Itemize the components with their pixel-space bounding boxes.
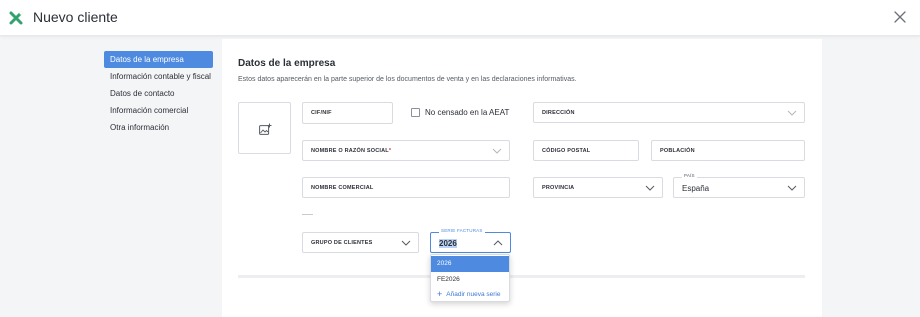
sidebar-item-info-contable[interactable]: Información contable y fiscal <box>104 68 213 85</box>
provincia-select[interactable]: PROVINCIA <box>533 177 663 198</box>
no-censado-checkbox[interactable] <box>411 108 420 117</box>
divider-dash <box>302 214 313 215</box>
close-icon[interactable] <box>893 10 907 24</box>
nombre-label: NOMBRE O RAZÓN SOCIAL* <box>311 147 392 154</box>
chevron-down-icon <box>401 240 411 246</box>
serie-facturas-value[interactable]: 2026 <box>439 239 457 248</box>
section-description: Estos datos aparecerán en la parte super… <box>238 76 577 83</box>
sidebar-item-datos-empresa[interactable]: Datos de la empresa <box>104 51 213 68</box>
cif-label: CIF/NIF <box>311 110 332 116</box>
no-censado-label: No censado en la AEAT <box>425 108 510 117</box>
logo-upload[interactable] <box>238 102 291 154</box>
sidebar-item-otra-info[interactable]: Otra información <box>104 119 213 136</box>
poblacion-field[interactable]: POBLACIÓN <box>651 140 805 161</box>
chevron-down-icon <box>787 110 797 116</box>
cif-field[interactable]: CIF/NIF <box>302 102 393 124</box>
section-divider <box>238 275 805 278</box>
pais-label: PAÍS <box>682 173 697 178</box>
chevron-up-icon <box>493 239 503 245</box>
modal-title: Nuevo cliente <box>33 9 118 25</box>
nombre-razon-social-select[interactable]: NOMBRE O RAZÓN SOCIAL* <box>302 140 510 161</box>
image-add-icon <box>259 123 272 135</box>
add-serie-button[interactable]: + Añadir nueva serie <box>437 289 500 299</box>
section-title: Datos de la empresa <box>238 58 336 69</box>
chevron-down-icon <box>645 185 655 191</box>
codigo-postal-field[interactable]: CÓDIGO POSTAL <box>533 140 639 161</box>
serie-facturas-label: SERIE FACTURAS <box>439 228 485 233</box>
sidebar-item-datos-contacto[interactable]: Datos de contacto <box>104 85 213 102</box>
nombre-comercial-label: NOMBRE COMERCIAL <box>311 184 374 191</box>
direccion-select[interactable]: DIRECCIÓN <box>533 102 805 123</box>
pais-select[interactable]: PAÍS España <box>673 173 805 198</box>
plus-icon: + <box>437 289 443 299</box>
pais-value: España <box>682 184 710 193</box>
serie-facturas-dropdown: 2026 FE2026 + Añadir nueva serie <box>430 254 510 302</box>
grupo-clientes-select[interactable]: GRUPO DE CLIENTES <box>302 232 419 253</box>
provincia-label: PROVINCIA <box>542 184 575 191</box>
chevron-down-icon <box>492 148 502 154</box>
sidebar-item-info-comercial[interactable]: Información comercial <box>104 102 213 119</box>
modal-header: Nuevo cliente <box>0 0 920 36</box>
dropdown-option[interactable]: 2026 <box>431 256 509 272</box>
app-logo-icon <box>9 11 23 25</box>
nombre-comercial-field[interactable]: NOMBRE COMERCIAL <box>302 177 510 198</box>
chevron-down-icon <box>787 185 797 191</box>
direccion-label: DIRECCIÓN <box>542 109 575 116</box>
serie-facturas-select[interactable]: SERIE FACTURAS 2026 <box>430 228 511 253</box>
dropdown-option[interactable]: FE2026 <box>431 272 509 288</box>
codigo-postal-label: CÓDIGO POSTAL <box>542 147 591 154</box>
grupo-clientes-label: GRUPO DE CLIENTES <box>311 239 373 246</box>
section-nav: Datos de la empresa Información contable… <box>104 51 213 136</box>
poblacion-label: POBLACIÓN <box>660 147 695 154</box>
